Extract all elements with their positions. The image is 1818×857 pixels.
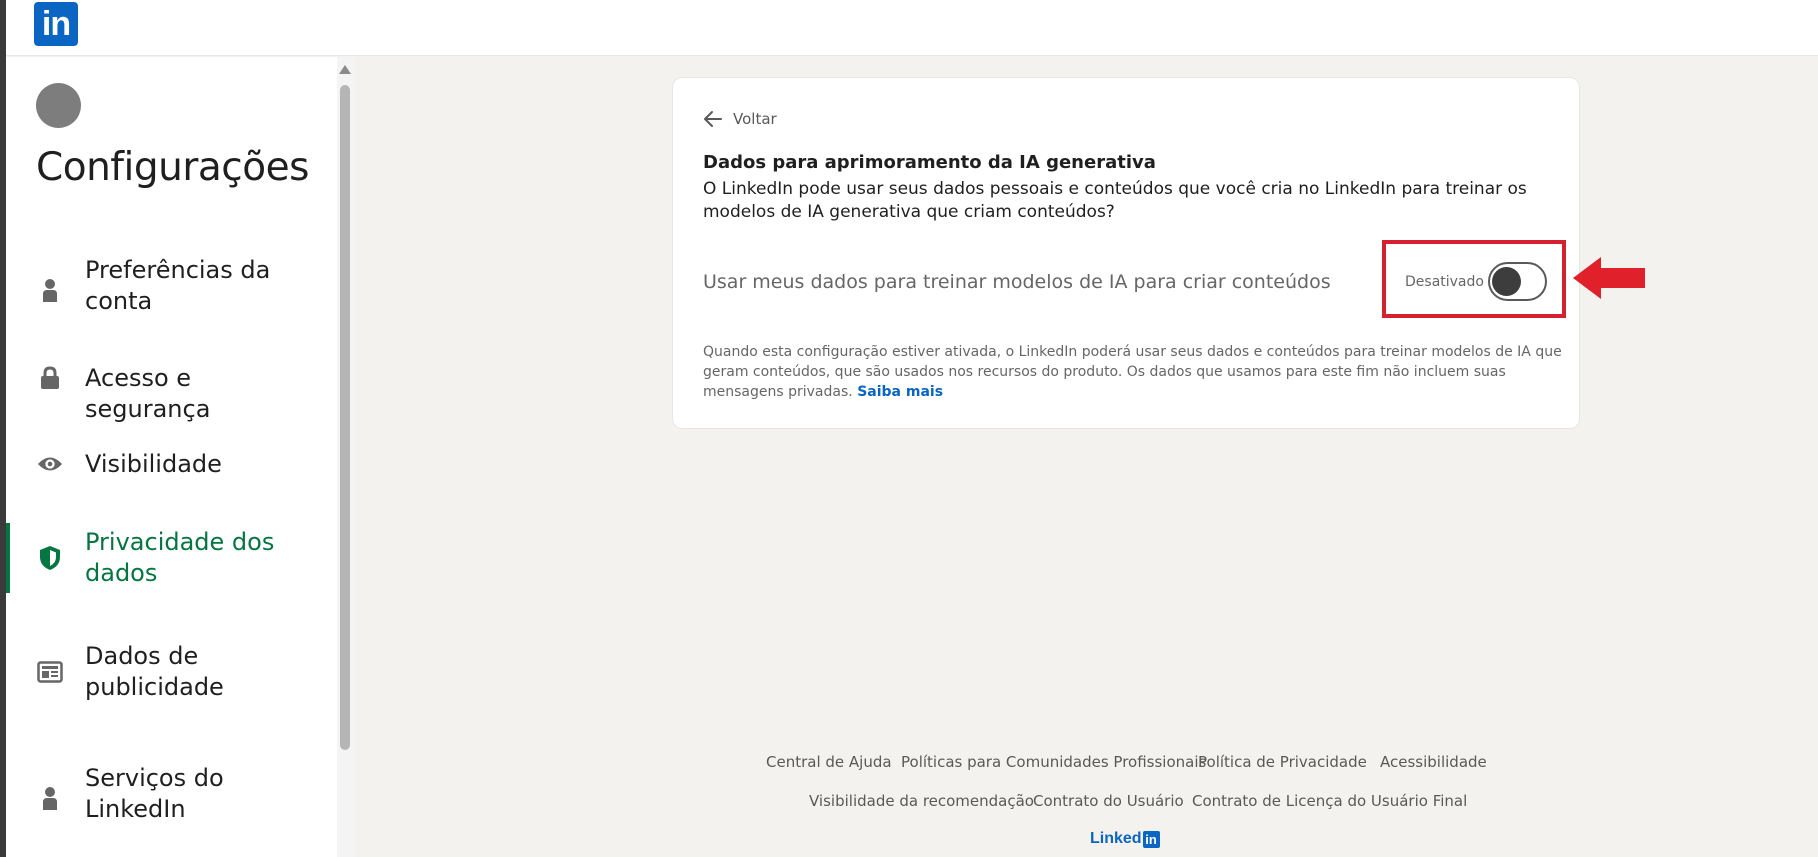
scrollbar-thumb[interactable] — [340, 85, 350, 750]
sidebar-item-access-security[interactable]: Acesso e segurança — [6, 363, 337, 423]
card-note-text: Quando esta configuração estiver ativada… — [703, 344, 1562, 400]
footer-logo-word: Linked — [1090, 830, 1142, 847]
sidebar-item-label: Serviços do LinkedIn — [85, 764, 224, 823]
ai-data-settings-card: Voltar Dados para aprimoramento da IA ge… — [673, 78, 1579, 428]
lock-icon — [37, 365, 63, 391]
sidebar-item-data-privacy[interactable]: Privacidade dos dados — [6, 527, 337, 593]
newspaper-icon — [37, 659, 63, 685]
sidebar-title: Configurações — [36, 145, 309, 190]
sidebar-item-label: Visibilidade — [85, 450, 222, 478]
top-header: in — [6, 0, 1818, 56]
sidebar-item-label: Acesso e segurança — [85, 364, 211, 423]
arrow-left-icon — [703, 109, 723, 129]
person-icon — [37, 785, 63, 811]
avatar[interactable] — [36, 83, 81, 128]
footer-link-community-policies[interactable]: Políticas para Comunidades Profissionais — [901, 753, 1206, 771]
back-label: Voltar — [733, 110, 777, 128]
footer-link-recommendation-visibility[interactable]: Visibilidade da recomendação — [809, 792, 1034, 810]
eye-icon — [37, 451, 63, 477]
person-icon — [37, 277, 63, 303]
red-arrow-annotation-icon — [1573, 257, 1645, 299]
toggle-knob — [1492, 267, 1521, 296]
footer-link-accessibility[interactable]: Acessibilidade — [1380, 753, 1487, 771]
shield-icon — [37, 545, 63, 571]
ai-training-setting-label: Usar meus dados para treinar modelos de … — [703, 271, 1331, 293]
footer-linkedin-logo[interactable]: Linked in — [1090, 829, 1160, 849]
back-link[interactable]: Voltar — [703, 108, 777, 130]
sidebar-item-account-preferences[interactable]: Preferências da conta — [6, 255, 337, 335]
sidebar-item-label: Dados de publicidade — [85, 642, 224, 701]
toggle-state-label: Desativado — [1405, 274, 1484, 290]
footer-link-privacy-policy[interactable]: Política de Privacidade — [1198, 753, 1367, 771]
settings-sidebar: Configurações Preferências da conta Aces… — [6, 57, 337, 857]
footer-link-help-center[interactable]: Central de Ajuda — [766, 753, 892, 771]
footer-link-user-agreement[interactable]: Contrato do Usuário — [1033, 792, 1184, 810]
sidebar-item-visibility[interactable]: Visibilidade — [6, 449, 337, 499]
learn-more-link[interactable]: Saiba mais — [857, 384, 943, 400]
sidebar-item-advertising-data[interactable]: Dados de publicidade — [6, 641, 337, 707]
ai-training-toggle[interactable] — [1488, 262, 1547, 301]
footer-link-eula[interactable]: Contrato de Licença do Usuário Final — [1192, 792, 1467, 810]
scroll-up-arrow-icon[interactable] — [339, 65, 351, 74]
sidebar-item-label: Preferências da conta — [85, 256, 271, 315]
card-note: Quando esta configuração estiver ativada… — [703, 342, 1563, 402]
footer-logo-in: in — [1142, 830, 1160, 848]
sidebar-item-linkedin-services[interactable]: Serviços do LinkedIn — [6, 763, 337, 843]
card-title: Dados para aprimoramento da IA generativ… — [703, 152, 1156, 173]
card-description: O LinkedIn pode usar seus dados pessoais… — [703, 179, 1527, 222]
sidebar-item-label: Privacidade dos dados — [85, 528, 275, 587]
linkedin-logo[interactable]: in — [34, 2, 78, 46]
